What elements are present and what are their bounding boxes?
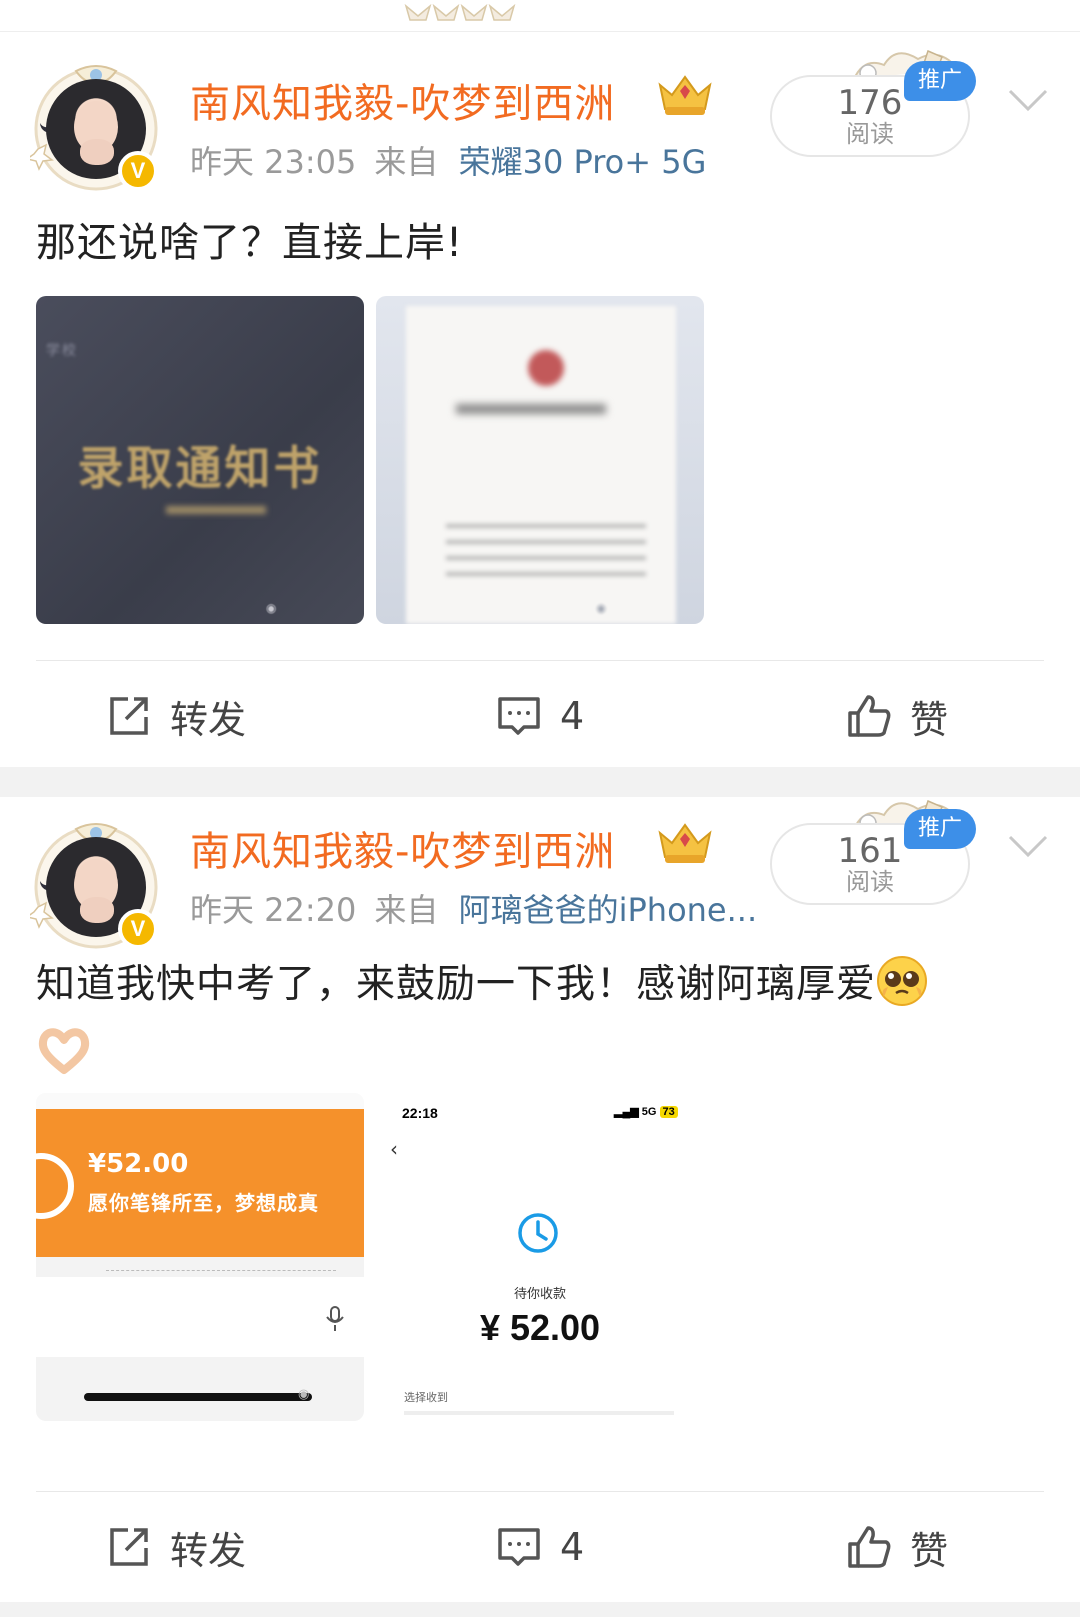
image-blur xyxy=(166,506,266,514)
image-blurred-text: 学校 xyxy=(46,343,78,359)
like-label: 赞 xyxy=(910,1528,949,1573)
post-text: 那还说啥了？直接上岸! xyxy=(36,220,464,266)
feed-gap xyxy=(0,1602,1080,1617)
comment-icon xyxy=(498,697,540,735)
verified-v-icon: V xyxy=(118,151,158,191)
chevron-down-icon[interactable] xyxy=(1006,831,1050,861)
crown-icon[interactable] xyxy=(656,71,714,117)
post-meta: 昨天 23:05 来自 荣耀30 Pro+ 5G xyxy=(190,137,706,183)
clock-icon xyxy=(518,1213,558,1253)
avatar[interactable]: V xyxy=(30,821,162,953)
image-blur xyxy=(456,404,606,414)
username[interactable]: 南风知我毅-吹梦到西洲 xyxy=(190,71,615,129)
post-time: 昨天 22:20 xyxy=(190,891,357,929)
crown-icon[interactable] xyxy=(656,819,714,865)
money-amount: ¥ 52.00 xyxy=(479,1307,601,1348)
from-label: 来自 xyxy=(374,143,439,181)
username[interactable]: 南风知我毅-吹梦到西洲 xyxy=(190,819,615,877)
post-meta: 昨天 22:20 来自 阿璃爸爸的iPhone... xyxy=(190,885,757,931)
phone-time: 22:18 xyxy=(402,1105,438,1121)
promo-badge[interactable]: 推广 xyxy=(904,809,976,849)
comment-button[interactable]: 4 xyxy=(496,691,584,741)
post-text: 知道我快中考了，来鼓励一下我！感谢阿璃厚爱 xyxy=(36,953,1046,1081)
mic-icon xyxy=(326,1306,344,1331)
read-label: 阅读 xyxy=(846,120,894,148)
repost-label: 转发 xyxy=(170,697,247,742)
home-indicator xyxy=(84,1393,312,1401)
top-strip xyxy=(0,0,1080,32)
post-image[interactable]: 22:18 ▂▄▆ 5G 73 ‹ 待你收款 ¥ 52.00 选择收到 xyxy=(376,1093,704,1421)
image-watermark: ◉ xyxy=(596,601,607,615)
gift-wish: 愿你笔锋所至，梦想成真 xyxy=(88,1191,319,1215)
chevron-down-icon[interactable] xyxy=(1006,85,1050,115)
read-label: 阅读 xyxy=(846,868,894,896)
repost-button[interactable]: 转发 xyxy=(106,691,247,742)
phone-battery: 73 xyxy=(659,1106,678,1118)
image-region xyxy=(36,1277,364,1357)
post-text-line: 知道我快中考了，来鼓励一下我！感谢阿璃厚爱 xyxy=(36,962,877,1007)
comment-count: 4 xyxy=(560,694,585,738)
weibo-post[interactable]: V 南风知我毅-吹梦到西洲 昨天 22:20 来自 阿璃爸爸的iPhone... … xyxy=(0,797,1080,1602)
promo-badge[interactable]: 推广 xyxy=(904,61,976,101)
comment-icon xyxy=(498,1528,540,1566)
phone-signal: 5G xyxy=(641,1106,657,1118)
gift-amount: ¥52.00 xyxy=(88,1149,189,1179)
image-blur xyxy=(446,524,646,584)
weibo-post[interactable]: V 南风知我毅-吹梦到西洲 昨天 23:05 来自 荣耀30 Pro+ 5G 17… xyxy=(0,33,1080,767)
avatar[interactable]: V xyxy=(30,63,162,195)
image-seal xyxy=(528,350,564,386)
image-divider xyxy=(404,1411,674,1415)
decoration-icon xyxy=(404,3,516,21)
repost-icon xyxy=(110,697,148,735)
select-label: 选择收到 xyxy=(404,1391,448,1404)
pleading-face-emoji xyxy=(877,956,928,1006)
divider xyxy=(36,1491,1044,1492)
image-watermark: ◉ xyxy=(266,601,277,615)
repost-label: 转发 xyxy=(170,1528,247,1573)
post-source[interactable]: 荣耀30 Pro+ 5G xyxy=(459,143,707,181)
image-watermark: ◉ xyxy=(298,1387,310,1402)
image-region xyxy=(36,1093,364,1109)
like-label: 赞 xyxy=(910,697,949,742)
image-title-text: 录取通知书 xyxy=(77,441,323,495)
post-image[interactable]: ¥52.00 愿你笔锋所至，梦想成真 ◉ xyxy=(36,1093,364,1421)
back-icon: ‹ xyxy=(390,1137,398,1161)
like-icon xyxy=(848,695,891,737)
repost-icon xyxy=(110,1528,148,1566)
heart-hands-emoji xyxy=(38,1027,90,1074)
image-scribble xyxy=(106,1245,336,1271)
like-button[interactable]: 赞 xyxy=(846,691,949,742)
gift-card-logo xyxy=(36,1153,74,1219)
post-time: 昨天 23:05 xyxy=(190,143,357,181)
comment-button[interactable]: 4 xyxy=(496,1522,584,1572)
post-image[interactable]: ◉ xyxy=(376,296,704,624)
post-source[interactable]: 阿璃爸爸的iPhone... xyxy=(459,891,758,929)
repost-button[interactable]: 转发 xyxy=(106,1522,247,1573)
like-icon xyxy=(848,1526,891,1568)
divider xyxy=(36,660,1044,661)
gift-card: ¥52.00 愿你笔锋所至，梦想成真 xyxy=(36,1109,364,1257)
like-button[interactable]: 赞 xyxy=(846,1522,949,1573)
comment-count: 4 xyxy=(560,1525,585,1569)
phone-status: ▂▄▆ 5G 73 xyxy=(614,1105,678,1118)
pending-label: 待你收款 xyxy=(513,1287,566,1302)
verified-v-icon: V xyxy=(118,909,158,949)
post-image[interactable]: 学校 录取通知书 ◉ xyxy=(36,296,364,624)
from-label: 来自 xyxy=(374,891,439,929)
